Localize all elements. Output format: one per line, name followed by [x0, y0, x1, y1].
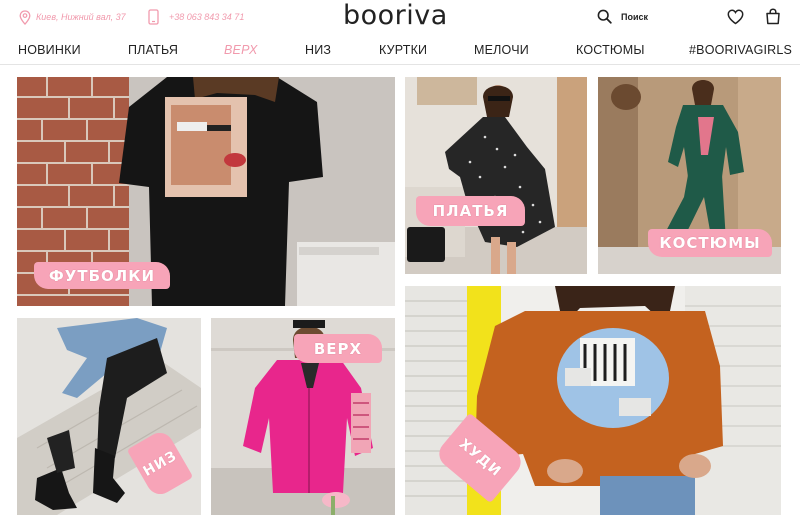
- hoodies-photo: [405, 286, 781, 515]
- phone-icon: [148, 9, 159, 25]
- category-tile-suits[interactable]: КОСТЮМЫ: [598, 77, 781, 274]
- nav-item-suits[interactable]: КОСТЮМЫ: [576, 43, 645, 57]
- search-label: Поиск: [621, 11, 649, 22]
- heart-icon[interactable]: [727, 9, 744, 25]
- category-tile-tshirts[interactable]: ФУТБОЛКИ: [17, 77, 395, 306]
- main-nav: НОВИНКИ ПЛАТЬЯ ВЕРХ НИЗ КУРТКИ МЕЛОЧИ КО…: [0, 38, 800, 65]
- store-phone[interactable]: +38 063 843 34 71: [148, 9, 244, 25]
- top-bar: Киев, Нижний вал, 37 +38 063 843 34 71 b…: [0, 0, 800, 36]
- category-tile-tops[interactable]: ВЕРХ: [211, 318, 395, 515]
- phone-text: +38 063 843 34 71: [169, 12, 245, 22]
- nav-item-tops[interactable]: ВЕРХ: [224, 43, 258, 57]
- nav-item-boorivagirls[interactable]: #BOORIVAGIRLS: [689, 43, 792, 57]
- search-button[interactable]: Поиск: [597, 9, 648, 24]
- category-label-tshirts: ФУТБОЛКИ: [34, 262, 170, 289]
- category-tile-hoodies[interactable]: ХУДИ: [405, 286, 781, 515]
- location-pin-icon: [19, 9, 31, 25]
- dresses-photo: [405, 77, 587, 274]
- address-text: Киев, Нижний вал, 37: [36, 12, 126, 22]
- nav-item-bottoms[interactable]: НИЗ: [305, 43, 331, 57]
- category-tile-dresses[interactable]: ПЛАТЬЯ: [405, 77, 587, 274]
- nav-item-jackets[interactable]: КУРТКИ: [379, 43, 427, 57]
- category-label-dresses: ПЛАТЬЯ: [416, 196, 525, 226]
- nav-item-new[interactable]: НОВИНКИ: [18, 43, 81, 57]
- logo[interactable]: booriva: [343, 0, 448, 31]
- store-address[interactable]: Киев, Нижний вал, 37: [19, 9, 126, 25]
- nav-item-dresses[interactable]: ПЛАТЬЯ: [128, 43, 178, 57]
- category-tile-bottoms[interactable]: НИЗ: [17, 318, 201, 515]
- category-label-suits: КОСТЮМЫ: [648, 229, 772, 257]
- search-icon: [597, 9, 612, 24]
- category-label-tops: ВЕРХ: [294, 334, 382, 363]
- shopping-bag-icon[interactable]: [765, 8, 781, 25]
- nav-item-accessories[interactable]: МЕЛОЧИ: [474, 43, 529, 57]
